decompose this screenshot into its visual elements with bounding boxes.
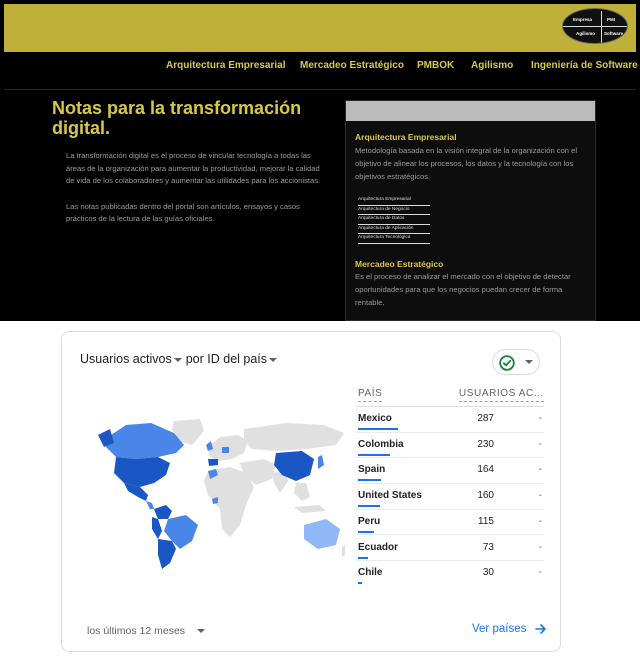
list-item: Arquitectura de Datos bbox=[358, 215, 430, 225]
caret-down-icon bbox=[525, 360, 533, 364]
dimension-label: ID del país bbox=[207, 352, 268, 366]
world-map bbox=[98, 419, 345, 569]
share-bar bbox=[358, 582, 362, 585]
map-region-germany bbox=[222, 447, 229, 453]
panel-heading-mercadeo[interactable]: Mercadeo Estratégico bbox=[355, 259, 443, 269]
period-selector[interactable]: los últimos 12 meses bbox=[87, 625, 206, 637]
country-name: Ecuador bbox=[358, 541, 399, 553]
change-value: - bbox=[538, 438, 542, 450]
country-name: Mexico bbox=[358, 413, 392, 424]
hero-paragraph: La transformación digital es el proceso … bbox=[66, 151, 321, 185]
nav-ingenieria-software[interactable]: Ingeniería de Software bbox=[531, 60, 638, 71]
table-row[interactable]: Spain 164 - bbox=[356, 458, 544, 485]
map-region-japan bbox=[318, 455, 324, 469]
site-logo[interactable]: Empresa PMI Agilismo Software bbox=[562, 8, 628, 44]
panel-text-mercadeo: Es el proceso de analizar el mercado con… bbox=[355, 272, 571, 307]
table-row[interactable]: Mexico 287 - bbox=[356, 407, 544, 433]
active-users-value: 230 bbox=[477, 438, 494, 450]
map-region-central-america bbox=[146, 501, 154, 509]
nav-arquitectura-empresarial[interactable]: Arquitectura Empresarial bbox=[166, 60, 286, 71]
nav-agilismo[interactable]: Agilismo bbox=[471, 60, 513, 71]
share-bar bbox=[358, 556, 368, 559]
map-region-australia bbox=[304, 519, 340, 549]
view-countries-link[interactable]: Ver países bbox=[472, 623, 547, 635]
active-users-value: 164 bbox=[477, 464, 494, 476]
map-region-russia bbox=[244, 423, 344, 451]
table-row[interactable]: United States 160 - bbox=[356, 484, 544, 510]
website-screenshot: Empresa PMI Agilismo Software Arquitectu… bbox=[0, 0, 640, 321]
share-bar bbox=[358, 453, 390, 456]
card-title: Usuarios activos por ID del país bbox=[80, 352, 281, 366]
check-circle-icon bbox=[499, 355, 515, 371]
change-value: - bbox=[538, 413, 542, 424]
side-panel-header bbox=[346, 101, 595, 121]
status-menu-button[interactable] bbox=[492, 349, 540, 375]
country-name: United States bbox=[358, 490, 422, 502]
share-bar bbox=[358, 428, 398, 430]
map-region-argentina-chile bbox=[158, 539, 176, 569]
active-users-value: 287 bbox=[477, 413, 494, 424]
change-value: - bbox=[538, 541, 542, 553]
active-users-value: 30 bbox=[482, 567, 494, 579]
column-header-country[interactable]: PAÍS bbox=[358, 388, 383, 402]
logo-label-empresa: Empresa bbox=[573, 17, 593, 22]
site-header: Empresa PMI Agilismo Software bbox=[4, 4, 636, 52]
map-region-peru bbox=[152, 517, 162, 539]
nav-mercadeo-estrategico[interactable]: Mercadeo Estratégico bbox=[300, 60, 404, 71]
caret-down-icon bbox=[269, 357, 278, 362]
logo-label-agilismo: Agilismo bbox=[576, 31, 596, 36]
nav-pmbok[interactable]: PMBOK bbox=[417, 60, 454, 71]
map-region-colombia bbox=[154, 505, 172, 519]
country-name: Chile bbox=[358, 567, 383, 579]
arrow-right-icon bbox=[534, 624, 546, 634]
metric-label: Usuarios activos bbox=[80, 352, 172, 366]
list-item: Arquitectura de Aplicación bbox=[358, 225, 430, 234]
title-by: por bbox=[185, 352, 204, 366]
country-name: Colombia bbox=[358, 438, 404, 450]
logo-label-software: Software bbox=[604, 31, 624, 36]
dimension-selector[interactable]: ID del país bbox=[207, 352, 281, 366]
caret-down-icon bbox=[197, 629, 206, 634]
logo-label-pmi: PMI bbox=[607, 17, 616, 22]
site-nav: Arquitectura Empresarial Mercadeo Estrat… bbox=[0, 60, 640, 76]
hero-paragraph: Las notas publicadas dentro del portal s… bbox=[66, 201, 300, 224]
list-item: Arquitectura de Negocio bbox=[358, 206, 430, 215]
share-bar bbox=[358, 479, 381, 482]
change-value: - bbox=[538, 490, 542, 502]
map-region-indonesia bbox=[294, 505, 326, 513]
map-region-spain bbox=[208, 459, 218, 466]
hero-body: La transformación digital es el proceso … bbox=[66, 150, 326, 239]
share-bar bbox=[358, 530, 374, 533]
nav-divider bbox=[4, 89, 636, 90]
active-users-value: 115 bbox=[478, 515, 494, 527]
change-value: - bbox=[538, 515, 542, 527]
table-row[interactable]: Ecuador 73 - bbox=[356, 536, 544, 562]
map-region-new-zealand bbox=[342, 545, 345, 557]
map-region-southeast-asia bbox=[294, 483, 310, 501]
country-name: Peru bbox=[358, 515, 381, 527]
table-row[interactable]: Peru 115 - bbox=[356, 510, 544, 536]
active-users-value: 73 bbox=[482, 541, 494, 553]
active-users-by-country-card: Usuarios activos por ID del país PAÍS US… bbox=[61, 331, 561, 652]
change-value: - bbox=[538, 567, 542, 579]
caret-down-icon bbox=[173, 357, 182, 362]
period-label: los últimos 12 meses bbox=[87, 625, 186, 637]
architecture-list: Arquitectura Empresarial Arquitectura de… bbox=[358, 196, 430, 244]
active-users-value: 160 bbox=[477, 490, 494, 502]
panel-heading-arquitectura[interactable]: Arquitectura Empresarial bbox=[355, 132, 457, 142]
hero-title: Notas para la transformación digital. bbox=[52, 98, 302, 138]
metric-selector[interactable]: Usuarios activos bbox=[80, 352, 186, 366]
view-countries-label: Ver países bbox=[472, 623, 527, 636]
country-name: Spain bbox=[358, 464, 386, 476]
table-row[interactable]: Chile 30 - bbox=[356, 561, 544, 587]
share-bar bbox=[358, 505, 381, 508]
change-value: - bbox=[538, 464, 542, 476]
table-row[interactable]: Colombia 230 - bbox=[356, 433, 544, 459]
list-item: Arquitectura Empresarial bbox=[358, 196, 430, 206]
panel-text-arquitectura: Metodología basada en la visión integral… bbox=[355, 146, 578, 181]
column-header-active-users[interactable]: USUARIOS AC... bbox=[458, 388, 544, 402]
map-region-united-states bbox=[114, 457, 170, 487]
side-panel: Arquitectura Empresarial Metodología bas… bbox=[345, 100, 596, 321]
list-item: Arquitectura Tecnológica bbox=[358, 234, 430, 244]
